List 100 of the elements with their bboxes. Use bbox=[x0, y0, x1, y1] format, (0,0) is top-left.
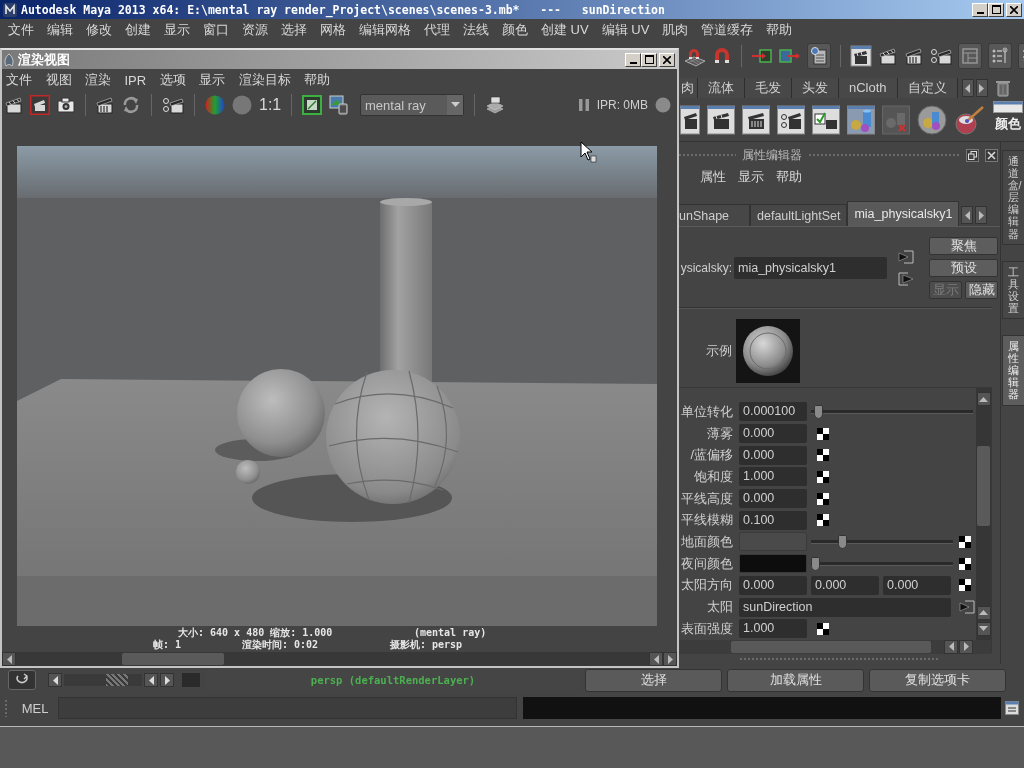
horizontal-scrollbar[interactable] bbox=[2, 652, 677, 666]
checker-icon[interactable] bbox=[817, 514, 829, 527]
checker-icon[interactable] bbox=[959, 535, 971, 548]
menu-item[interactable]: 编辑网格 bbox=[359, 20, 411, 39]
panel-toggle[interactable] bbox=[988, 43, 1012, 69]
magnet-icon[interactable] bbox=[712, 46, 732, 66]
camera-icon[interactable] bbox=[57, 96, 75, 113]
menu-item[interactable]: 选择 bbox=[281, 20, 307, 39]
window-settings-icon[interactable] bbox=[777, 104, 805, 135]
minimize-button[interactable] bbox=[972, 2, 988, 17]
window-clapperboard-icon[interactable] bbox=[742, 104, 770, 135]
refresh-icon[interactable] bbox=[121, 94, 141, 115]
panel-toggle[interactable] bbox=[958, 43, 982, 69]
shelf-button[interactable]: 颜色 bbox=[993, 100, 1023, 139]
clapperboard-icon[interactable] bbox=[904, 46, 924, 66]
image-frame-icon[interactable] bbox=[302, 94, 322, 115]
slider-thumb[interactable] bbox=[811, 556, 820, 571]
scroll-thumb[interactable] bbox=[731, 640, 931, 653]
range-slider[interactable] bbox=[64, 674, 142, 686]
shelf-tab[interactable]: 肉 bbox=[678, 78, 698, 98]
checker-icon[interactable] bbox=[959, 579, 971, 592]
shelf-tab[interactable]: 头发 bbox=[792, 78, 839, 98]
side-tab[interactable]: 属性编辑器 bbox=[1001, 335, 1024, 406]
scroll-right-button[interactable] bbox=[975, 206, 988, 224]
trash-icon[interactable] bbox=[995, 79, 1010, 97]
float-button[interactable] bbox=[966, 148, 979, 162]
script-editor-icon[interactable] bbox=[1005, 701, 1019, 715]
scroll-left-button[interactable] bbox=[649, 652, 663, 666]
number-field[interactable]: 0.000100 bbox=[739, 402, 807, 422]
menu-item[interactable]: 编辑 bbox=[47, 20, 73, 39]
shapes-tile-icon[interactable] bbox=[882, 104, 910, 135]
input-connection-icon[interactable] bbox=[898, 250, 914, 264]
menu-item[interactable]: 创建 bbox=[125, 20, 151, 39]
color-swatch[interactable] bbox=[739, 554, 807, 574]
checker-icon[interactable] bbox=[817, 427, 829, 440]
editor-button[interactable]: 复制选项卡 bbox=[869, 668, 1006, 692]
clapperboard-region-icon[interactable] bbox=[30, 94, 50, 115]
menu-item[interactable]: 编辑 UV bbox=[601, 20, 650, 39]
shelf-tab[interactable]: 流体 bbox=[698, 78, 745, 98]
scroll-left-button[interactable] bbox=[2, 652, 16, 666]
menu-item[interactable]: 视图 bbox=[45, 71, 72, 89]
range-handle[interactable] bbox=[106, 674, 128, 686]
checker-icon[interactable] bbox=[817, 470, 829, 483]
checker-icon[interactable] bbox=[817, 449, 829, 462]
actual-size-button[interactable]: 1:1 bbox=[259, 95, 281, 114]
shelf-tab[interactable]: 毛发 bbox=[745, 78, 792, 98]
checker-icon[interactable] bbox=[959, 557, 971, 570]
node-tab[interactable]: defaultLightSet bbox=[750, 204, 848, 226]
channel-circle-icon[interactable] bbox=[205, 94, 225, 115]
checker-icon[interactable] bbox=[817, 492, 829, 505]
slider-thumb[interactable] bbox=[814, 404, 824, 419]
number-field[interactable]: 1.000 bbox=[739, 619, 807, 639]
clapperboard-settings-icon[interactable] bbox=[930, 46, 952, 66]
range-end-field[interactable] bbox=[182, 673, 200, 687]
menu-item[interactable]: 属性 bbox=[700, 168, 726, 186]
menu-item[interactable]: 显示 bbox=[738, 168, 764, 186]
number-field[interactable]: 0.000 bbox=[811, 575, 879, 595]
vertical-scrollbar[interactable] bbox=[976, 388, 991, 640]
minimize-button[interactable] bbox=[625, 52, 641, 67]
checker-icon[interactable] bbox=[817, 622, 829, 635]
side-tab[interactable]: 工具设置 bbox=[1001, 260, 1024, 320]
number-field[interactable]: 0.100 bbox=[739, 510, 807, 530]
input-connection-icon[interactable] bbox=[959, 600, 975, 615]
drag-handle[interactable] bbox=[678, 153, 736, 157]
window-clapperboard-icon[interactable] bbox=[680, 104, 700, 135]
node-tab[interactable]: mia_physicalsky1 bbox=[847, 201, 960, 226]
scroll-down-button[interactable] bbox=[976, 621, 991, 636]
node-tab[interactable]: unShape bbox=[678, 204, 750, 226]
editor-button[interactable]: 加载属性 bbox=[727, 668, 864, 692]
clapperboard-icon[interactable] bbox=[878, 46, 898, 66]
arrow-into-box-icon[interactable] bbox=[751, 48, 773, 64]
spheres-ball-icon[interactable] bbox=[917, 104, 947, 135]
slider-thumb[interactable] bbox=[837, 534, 847, 549]
drag-handle[interactable] bbox=[4, 699, 8, 717]
shelf-tab[interactable]: 自定义 bbox=[897, 78, 958, 98]
number-field[interactable]: 0.000 bbox=[739, 575, 807, 595]
menu-item[interactable]: 创建 UV bbox=[541, 20, 589, 39]
scroll-up-button[interactable] bbox=[976, 605, 991, 620]
horizontal-scrollbar[interactable] bbox=[679, 639, 991, 654]
menu-item[interactable]: 选项 bbox=[159, 71, 186, 89]
text-field[interactable]: sunDirection bbox=[739, 597, 951, 617]
side-tab[interactable]: 通道盒/层编辑器 bbox=[1001, 150, 1024, 245]
scroll-left-button[interactable] bbox=[961, 79, 974, 97]
shelf-tab[interactable]: nCloth bbox=[839, 78, 898, 98]
node-name-field[interactable]: mia_physicalsky1 bbox=[734, 257, 887, 279]
menu-item[interactable]: 帮助 bbox=[766, 20, 793, 39]
scroll-right-button[interactable] bbox=[959, 639, 973, 654]
script-language-button[interactable]: MEL bbox=[20, 700, 50, 716]
maximize-button[interactable] bbox=[641, 52, 657, 67]
scroll-thumb[interactable] bbox=[122, 653, 224, 665]
menu-item[interactable]: 显示 bbox=[164, 20, 190, 39]
presets-button[interactable]: 预设 bbox=[929, 259, 998, 277]
pause-icon[interactable] bbox=[577, 97, 590, 112]
menu-item[interactable]: 显示 bbox=[199, 71, 226, 89]
menu-item[interactable]: 渲染 bbox=[85, 71, 111, 89]
scroll-left-button[interactable] bbox=[144, 673, 158, 687]
menu-item[interactable]: IPR bbox=[124, 72, 147, 88]
arrow-out-of-box-icon[interactable] bbox=[779, 48, 801, 64]
scroll-right-button[interactable] bbox=[975, 79, 988, 97]
menu-item[interactable]: 帮助 bbox=[304, 71, 331, 89]
